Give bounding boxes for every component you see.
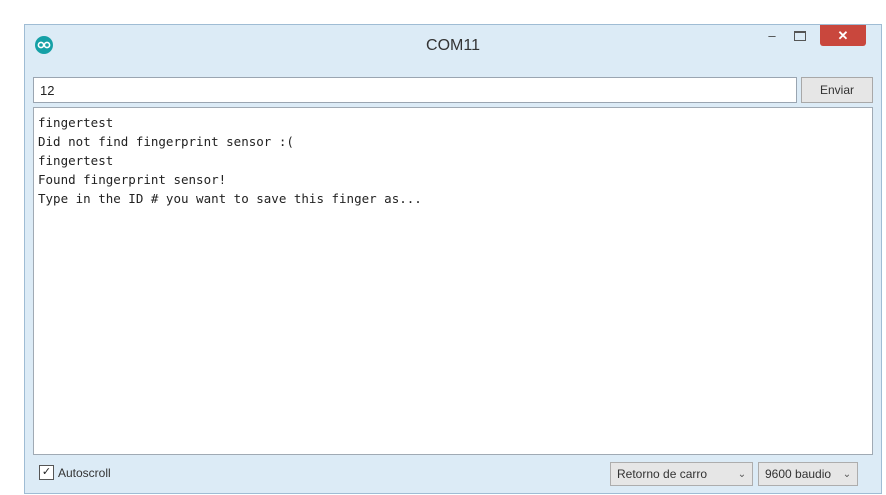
minimize-icon: – — [768, 28, 776, 43]
output-line: Found fingerprint sensor! — [38, 172, 227, 187]
checkmark-icon: ✓ — [41, 466, 52, 478]
output-line: Type in the ID # you want to save this f… — [38, 191, 422, 206]
maximize-icon — [794, 30, 806, 41]
minimize-button[interactable]: – — [759, 25, 785, 46]
serial-output[interactable]: fingertest Did not find fingerprint sens… — [33, 107, 873, 455]
baud-rate-value: 9600 baudio — [765, 467, 832, 481]
send-row: Enviar — [33, 77, 873, 103]
line-ending-select[interactable]: Retorno de carro ⌄ — [610, 462, 753, 486]
serial-input[interactable] — [33, 77, 797, 103]
serial-monitor-window: COM11 – ✕ Enviar fingertest Did not find… — [24, 24, 882, 494]
output-line: Did not find fingerprint sensor :( — [38, 134, 294, 149]
autoscroll-label: Autoscroll — [58, 465, 111, 480]
output-line: fingertest — [38, 153, 114, 168]
autoscroll-checkbox[interactable]: ✓ — [39, 465, 54, 480]
close-button[interactable]: ✕ — [820, 25, 866, 46]
chevron-down-icon: ⌄ — [737, 468, 747, 480]
window-title: COM11 — [426, 37, 480, 54]
baud-rate-select[interactable]: 9600 baudio ⌄ — [758, 462, 858, 486]
status-bar: ✓ Autoscroll Retorno de carro ⌄ 9600 bau… — [33, 460, 873, 488]
chevron-down-icon: ⌄ — [842, 468, 852, 480]
send-button[interactable]: Enviar — [801, 77, 873, 103]
autoscroll-toggle[interactable]: ✓ Autoscroll — [39, 465, 111, 480]
maximize-button[interactable] — [787, 25, 813, 46]
output-line: fingertest — [38, 115, 114, 130]
line-ending-value: Retorno de carro — [617, 467, 708, 481]
close-icon: ✕ — [837, 27, 849, 43]
title-bar[interactable]: COM11 – ✕ — [25, 25, 881, 69]
